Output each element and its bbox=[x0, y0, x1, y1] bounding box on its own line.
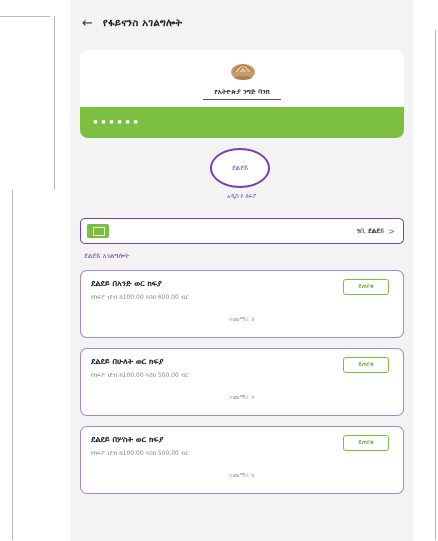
app-header: ← የፋይናንስ አገልግሎት bbox=[70, 10, 413, 36]
back-arrow-icon[interactable]: ← bbox=[82, 17, 93, 30]
plan-card: ደልደይ በአንድ ወር ክፍያ የክፍያ ገደብ ከ100.00 እስከ 60… bbox=[80, 270, 404, 338]
scan-edge-right bbox=[435, 30, 436, 540]
scan-edge-top bbox=[0, 16, 50, 17]
plan-card: ደልደይ በሦስት ወር ክፍያ የክፍያ ገደብ ከ100.00 እስከ 50… bbox=[80, 426, 404, 494]
request-button[interactable]: ይጠየቁ bbox=[343, 435, 389, 451]
more-toggle[interactable]: ተጨማሪ ∨ bbox=[81, 316, 403, 324]
chevron-right-icon: > bbox=[388, 226, 395, 236]
bank-profile-card: የአትዮጵያ ንግድ ባንክ •••••• bbox=[80, 50, 404, 138]
transaction-caption: አዲስ የ ክፍያ bbox=[226, 193, 257, 200]
plan-card: ደልደይ በሁለት ወር ክፍያ የክፍያ ገደብ ከ100.00 እስከ 50… bbox=[80, 348, 404, 416]
scan-edge-left-lower bbox=[12, 190, 13, 540]
scan-edge-left bbox=[54, 16, 55, 190]
request-button[interactable]: ይጠየቁ bbox=[343, 357, 389, 373]
savings-link: ገቢ ደልደይ > bbox=[357, 227, 395, 236]
seashell-avatar-icon bbox=[231, 64, 255, 80]
name-underline bbox=[203, 99, 281, 100]
phone-screen: ← የፋይናንስ አገልግሎት የአትዮጵያ ንግድ ባንክ •••••• ደል… bbox=[70, 0, 413, 541]
plan-description: የክፍያ ገደብ ከ100.00 እስከ 500.00 ብር bbox=[91, 450, 189, 457]
plan-title: ደልደይ በሁለት ወር ክፍያ bbox=[91, 357, 164, 366]
plan-description: የክፍያ ገደብ ከ100.00 እስከ 500.00 ብር bbox=[91, 372, 189, 379]
bank-name: የአትዮጵያ ንግድ ባንክ bbox=[214, 88, 270, 96]
section-title: ደልደይ አገልግሎት bbox=[84, 252, 130, 260]
savings-row[interactable]: ገቢ ደልደይ > bbox=[80, 218, 404, 244]
page-title: የፋይናንስ አገልግሎት bbox=[102, 17, 183, 29]
plan-title: ደልደይ በሦስት ወር ክፍያ bbox=[91, 435, 164, 444]
more-toggle[interactable]: ተጨማሪ ∨ bbox=[81, 472, 403, 480]
account-number-masked: •••••• bbox=[92, 116, 141, 129]
more-toggle[interactable]: ተጨማሪ ∨ bbox=[81, 394, 403, 402]
plan-title: ደልደይ በአንድ ወር ክፍያ bbox=[91, 279, 162, 288]
safe-box-icon bbox=[87, 224, 109, 238]
account-bar[interactable]: •••••• bbox=[80, 107, 404, 138]
request-button[interactable]: ይጠየቁ bbox=[343, 279, 389, 295]
savings-label: ገቢ ደልደይ bbox=[356, 226, 385, 235]
transaction-circle-button[interactable]: ደልደይ bbox=[210, 148, 270, 188]
plan-description: የክፍያ ገደብ ከ100.00 እስከ 600.00 ብር bbox=[91, 294, 189, 301]
transaction-circle-label: ደልደይ bbox=[231, 163, 249, 172]
